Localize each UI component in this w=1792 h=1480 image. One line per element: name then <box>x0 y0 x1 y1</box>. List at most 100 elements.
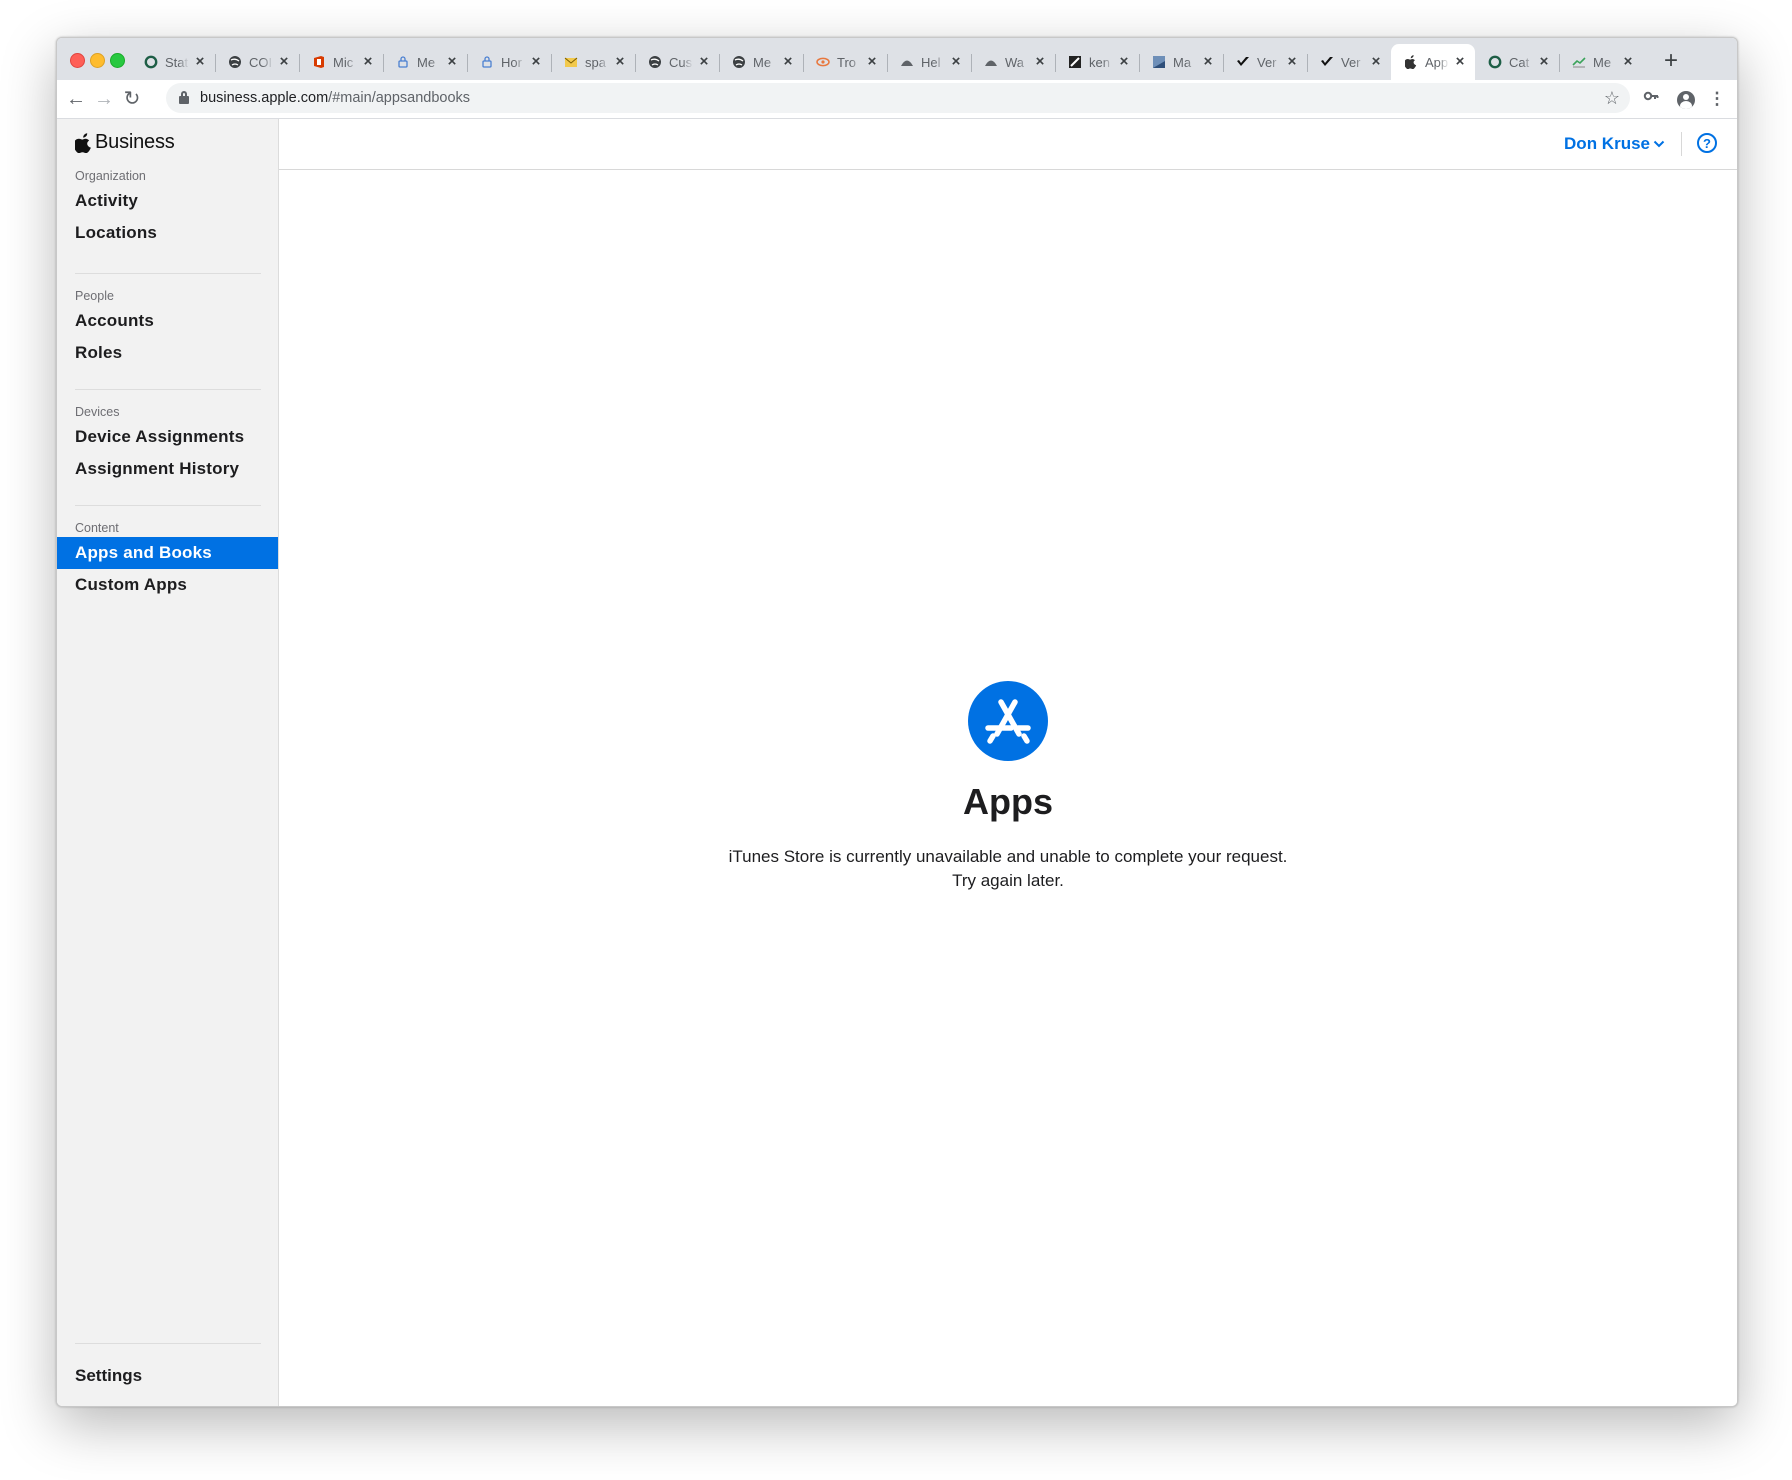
browser-tab[interactable]: spa × <box>551 44 635 80</box>
chevron-down-icon <box>1653 140 1665 148</box>
browser-tab[interactable]: Me × <box>719 44 803 80</box>
message-line-2: Try again later. <box>952 871 1064 890</box>
square-icon <box>1067 55 1082 70</box>
browser-menu-icon[interactable]: ⋮ <box>1704 86 1730 112</box>
browser-tab[interactable]: Stat × <box>131 44 215 80</box>
tab-close-icon[interactable]: × <box>1537 54 1551 69</box>
tab-close-icon[interactable]: × <box>1117 54 1131 69</box>
tab-title: Stat <box>165 54 189 70</box>
message-line-1: iTunes Store is currently unavailable an… <box>728 847 1288 866</box>
browser-tab[interactable]: Cat × <box>1475 44 1559 80</box>
minimize-window-button[interactable] <box>90 53 105 68</box>
sidebar-item-activity[interactable]: Activity <box>57 185 278 217</box>
sidebar-divider <box>75 505 261 506</box>
dome-icon <box>983 55 998 70</box>
globe-icon <box>731 55 746 70</box>
main-header: Don Kruse ? <box>279 119 1737 170</box>
user-menu-button[interactable]: Don Kruse <box>1564 134 1665 154</box>
circle-outline-icon <box>1487 55 1502 70</box>
sidebar-divider <box>75 1343 261 1344</box>
browser-tab[interactable]: ken × <box>1055 44 1139 80</box>
sidebar-item-device-assignments[interactable]: Device Assignments <box>57 421 278 453</box>
tab-close-icon[interactable]: × <box>613 54 627 69</box>
browser-window: Stat × COI × Mic × Me × Hor × spa × Cus × Me × Tro × Hel × W… <box>56 37 1738 1407</box>
mail-icon <box>563 55 578 70</box>
tab-close-icon[interactable]: × <box>445 54 459 69</box>
zoom-window-button[interactable] <box>110 53 125 68</box>
browser-tab[interactable]: Me × <box>1559 44 1643 80</box>
browser-tab[interactable]: Wa × <box>971 44 1055 80</box>
apple-logo-icon <box>75 132 91 153</box>
profile-avatar-icon[interactable] <box>1677 91 1695 109</box>
apple-icon <box>1403 55 1418 70</box>
sidebar-item-locations[interactable]: Locations <box>57 217 278 249</box>
address-bar[interactable]: business.apple.com/#main/appsandbooks ☆ <box>166 83 1630 113</box>
sidebar-item-accounts[interactable]: Accounts <box>57 305 278 337</box>
tab-close-icon[interactable]: × <box>949 54 963 69</box>
tab-close-icon[interactable]: × <box>1285 54 1299 69</box>
tab-title: Wa <box>1005 54 1025 70</box>
new-tab-button[interactable]: + <box>1657 48 1685 76</box>
brand[interactable]: Business <box>75 131 175 154</box>
user-name: Don Kruse <box>1564 134 1650 153</box>
back-button[interactable]: ← <box>63 86 89 112</box>
browser-tab[interactable]: Me × <box>383 44 467 80</box>
tab-close-icon[interactable]: × <box>193 54 207 69</box>
browser-tab[interactable]: App × <box>1391 44 1475 80</box>
lock-icon[interactable] <box>179 91 189 104</box>
app-store-icon <box>968 681 1048 761</box>
tab-close-icon[interactable]: × <box>1033 54 1047 69</box>
sidebar-item-roles[interactable]: Roles <box>57 337 278 369</box>
tab-title: Cat <box>1509 54 1530 70</box>
tab-title: Ver <box>1341 54 1361 70</box>
key-icon[interactable] <box>1638 86 1664 112</box>
tab-strip: Stat × COI × Mic × Me × Hor × spa × Cus × Me × Tro × Hel × W… <box>57 38 1737 80</box>
sidebar-item-assignment-history[interactable]: Assignment History <box>57 453 278 485</box>
tab-close-icon[interactable]: × <box>1369 54 1383 69</box>
tab-close-icon[interactable]: × <box>1621 54 1635 69</box>
close-window-button[interactable] <box>70 53 85 68</box>
tab-close-icon[interactable]: × <box>529 54 543 69</box>
browser-tab[interactable]: Ma × <box>1139 44 1223 80</box>
help-icon[interactable]: ? <box>1697 133 1717 153</box>
tab-title: Hor <box>501 54 522 70</box>
bookmark-star-icon[interactable]: ☆ <box>1600 86 1624 110</box>
browser-tab[interactable]: Ver × <box>1223 44 1307 80</box>
globe-icon <box>647 55 662 70</box>
main-content: Don Kruse ? Apps iTunes Store is current… <box>279 119 1737 1406</box>
sidebar-section-organization: Organization Activity Locations <box>57 167 278 249</box>
tab-list: Stat × COI × Mic × Me × Hor × spa × Cus × Me × Tro × Hel × W… <box>131 44 1643 80</box>
sidebar-item-settings[interactable]: Settings <box>75 1366 142 1386</box>
reload-button[interactable]: ↻ <box>119 86 145 112</box>
tab-close-icon[interactable]: × <box>361 54 375 69</box>
tab-close-icon[interactable]: × <box>697 54 711 69</box>
sidebar-divider <box>75 273 261 274</box>
tab-title: ken <box>1089 54 1110 70</box>
tab-title: Me <box>753 54 772 70</box>
tab-close-icon[interactable]: × <box>865 54 879 69</box>
tab-title: spa <box>585 54 606 70</box>
sidebar-item-apps-and-books[interactable]: Apps and Books <box>57 537 278 569</box>
sidebar-item-custom-apps[interactable]: Custom Apps <box>57 569 278 601</box>
sidebar: Business Organization Activity Locations… <box>57 119 279 1406</box>
tab-close-icon[interactable]: × <box>277 54 291 69</box>
tab-close-icon[interactable]: × <box>1453 54 1467 69</box>
tab-close-icon[interactable]: × <box>1201 54 1215 69</box>
browser-tab[interactable]: Hel × <box>887 44 971 80</box>
tab-title: Cus <box>669 54 693 70</box>
browser-tab[interactable]: Ver × <box>1307 44 1391 80</box>
tab-close-icon[interactable]: × <box>781 54 795 69</box>
section-label: People <box>75 289 114 303</box>
tab-title: App <box>1425 54 1449 70</box>
browser-tab[interactable]: Hor × <box>467 44 551 80</box>
browser-tab[interactable]: Mic × <box>299 44 383 80</box>
mac-icon <box>1151 55 1166 70</box>
browser-tab[interactable]: Cus × <box>635 44 719 80</box>
tab-title: Tro <box>837 54 857 70</box>
browser-tab[interactable]: COI × <box>215 44 299 80</box>
dome-icon <box>899 55 914 70</box>
forward-button[interactable]: → <box>91 86 117 112</box>
browser-tab[interactable]: Tro × <box>803 44 887 80</box>
tab-title: Mic <box>333 54 354 70</box>
tab-title: Ma <box>1173 54 1192 70</box>
